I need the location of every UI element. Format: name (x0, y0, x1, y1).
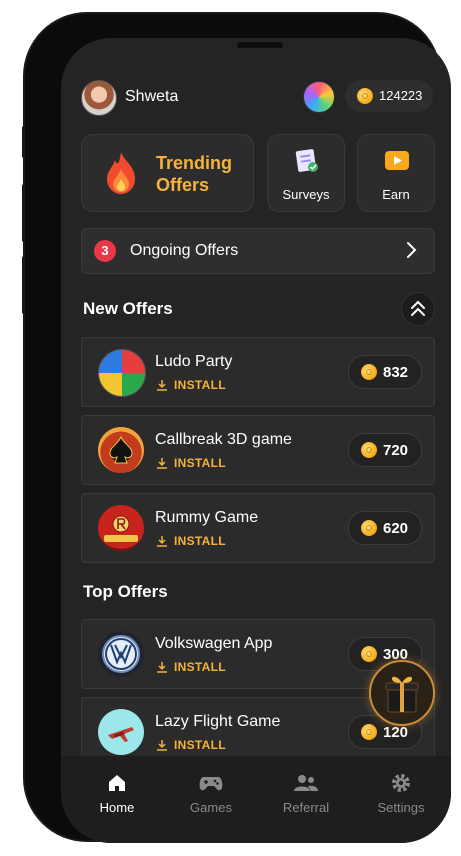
install-label: INSTALL (174, 378, 226, 392)
nav-home-label: Home (99, 800, 135, 815)
offer-row-ludo-party[interactable]: Ludo Party INSTALL 832 (81, 337, 435, 407)
collapse-button[interactable] (401, 292, 435, 326)
spade-icon (109, 435, 133, 464)
spin-wheel-icon[interactable] (303, 81, 335, 113)
ongoing-offers-label: Ongoing Offers (130, 242, 239, 259)
user-name: Shweta (125, 88, 179, 105)
plane-icon (108, 727, 134, 742)
earn-label: Earn (382, 187, 410, 202)
install-link[interactable]: INSTALL (156, 738, 226, 752)
trending-offers-label: Trending Offers (156, 153, 232, 195)
new-offers-title: New Offers (83, 299, 173, 318)
coin-icon (361, 520, 377, 536)
flame-icon (107, 152, 135, 194)
offer-name: Lazy Flight Game (155, 713, 281, 730)
avatar[interactable] (81, 80, 117, 116)
trending-offers-card[interactable]: Trending Offers (81, 134, 254, 212)
download-icon (157, 458, 167, 469)
offer-coins: 832 (348, 355, 422, 389)
app-screen: Shweta 124223 Trending Offers Surveys Ea… (61, 38, 451, 843)
surveys-card[interactable]: Surveys (267, 134, 345, 212)
coin-icon (361, 724, 377, 740)
offer-name: Volkswagen App (155, 635, 273, 652)
offer-coins-value: 620 (383, 520, 409, 537)
nav-settings-label: Settings (377, 800, 425, 815)
offer-name: Rummy Game (155, 509, 259, 526)
gear-icon (392, 774, 410, 792)
vw-logo-icon (102, 635, 140, 673)
coin-icon (361, 442, 377, 458)
offer-coins-value: 832 (383, 364, 409, 381)
chevron-right-icon (407, 242, 417, 258)
volkswagen-icon (98, 631, 144, 677)
home-icon (109, 775, 125, 791)
top-bar: Shweta 124223 (81, 80, 437, 116)
callbreak-icon (98, 427, 144, 473)
nav-games-label: Games (190, 800, 232, 815)
rummy-icon (98, 505, 144, 551)
rummy-logo-icon (104, 515, 138, 542)
offer-coins: 720 (348, 433, 422, 467)
offer-name: Ludo Party (155, 353, 233, 370)
install-link[interactable]: INSTALL (156, 378, 226, 392)
lazy-flight-icon (98, 709, 144, 755)
surveys-label: Surveys (282, 187, 330, 202)
offer-name: Callbreak 3D game (155, 431, 292, 448)
coin-balance-value: 124223 (379, 88, 423, 103)
gift-button[interactable] (369, 660, 435, 726)
install-link[interactable]: INSTALL (156, 534, 226, 548)
coin-icon (361, 646, 377, 662)
speaker (237, 42, 283, 48)
nav-games[interactable]: Games (171, 772, 251, 815)
offer-row-rummy[interactable]: Rummy Game INSTALL 620 (81, 493, 435, 563)
install-label: INSTALL (174, 456, 226, 470)
earn-card[interactable]: Earn (357, 134, 435, 212)
top-offers-title: Top Offers (83, 582, 168, 601)
offer-coins: 620 (348, 511, 422, 545)
users-icon (294, 775, 318, 791)
install-link[interactable]: INSTALL (156, 660, 226, 674)
gift-icon (385, 676, 419, 713)
coin-icon (361, 364, 377, 380)
nav-settings[interactable]: Settings (361, 772, 441, 815)
download-icon (157, 380, 167, 391)
nav-home[interactable]: Home (77, 772, 157, 815)
install-label: INSTALL (174, 660, 226, 674)
install-link[interactable]: INSTALL (156, 456, 226, 470)
bottom-nav: Home Games Referral Settings (61, 756, 451, 843)
coin-balance[interactable]: 124223 (345, 80, 433, 112)
nav-referral[interactable]: Referral (266, 772, 346, 815)
offer-row-callbreak[interactable]: Callbreak 3D game INSTALL 720 (81, 415, 435, 485)
download-icon (157, 662, 167, 673)
survey-icon (295, 149, 318, 172)
install-label: INSTALL (174, 534, 226, 548)
nav-referral-label: Referral (282, 800, 330, 815)
gamepad-icon (199, 777, 223, 791)
ludo-party-icon (98, 349, 146, 397)
offer-coins-value: 720 (383, 442, 409, 459)
double-chevron-up-icon (411, 300, 425, 316)
download-icon (157, 536, 167, 547)
coin-icon (357, 88, 373, 104)
ongoing-count-badge: 3 (94, 240, 116, 262)
install-label: INSTALL (174, 738, 226, 752)
ongoing-offers-row[interactable]: 3 Ongoing Offers (81, 228, 435, 274)
download-icon (157, 740, 167, 751)
video-play-icon (385, 151, 409, 170)
phone-frame: Shweta 124223 Trending Offers Surveys Ea… (25, 14, 451, 843)
